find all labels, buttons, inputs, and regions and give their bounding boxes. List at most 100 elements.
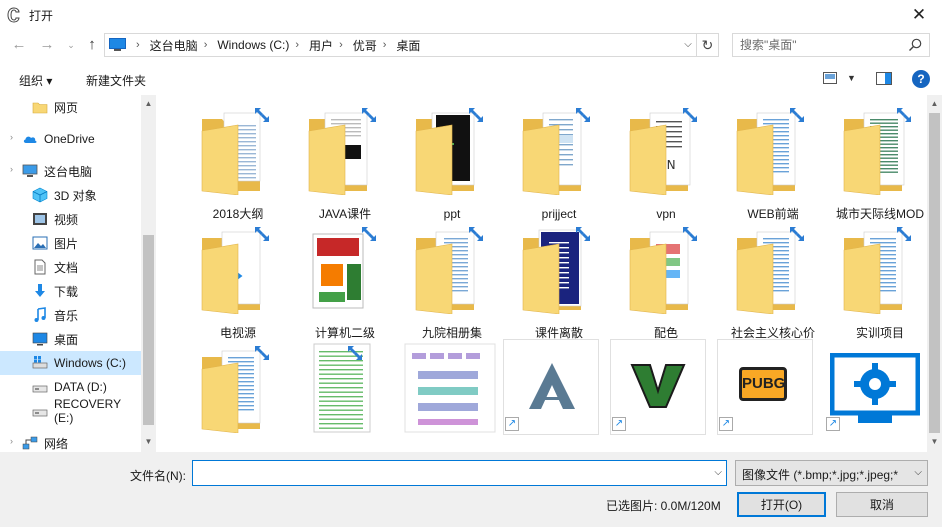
breadcrumb-desktop[interactable]: 桌面 <box>396 37 420 54</box>
breadcrumb-windows-c[interactable]: Windows (C:) <box>217 38 289 52</box>
search-icon[interactable] <box>908 38 922 52</box>
address-history-dropdown[interactable]: ⌵ <box>679 34 697 54</box>
folder-item[interactable]: 配色 <box>614 220 718 340</box>
file-item[interactable]: PUBG ↗ <box>717 339 821 452</box>
breadcrumb-this-pc[interactable]: 这台电脑 <box>150 37 198 54</box>
preview-pane-icon[interactable] <box>876 72 892 85</box>
folder-item[interactable]: e实训项目 <box>828 220 927 340</box>
filename-field[interactable]: ⌵ <box>192 460 727 486</box>
file-thumbnail <box>400 101 504 201</box>
close-button[interactable]: ✕ <box>896 0 942 30</box>
forward-button[interactable]: → <box>39 37 55 53</box>
cube-icon <box>32 187 48 203</box>
breadcrumb-user[interactable]: 优哥 <box>353 37 377 54</box>
expand-chevron-icon[interactable]: › <box>10 436 13 446</box>
file-thumbnail <box>614 220 718 320</box>
chevron-down-icon[interactable]: ⌵ <box>714 467 722 478</box>
nav-item[interactable]: Windows (C:) <box>0 351 141 375</box>
folder-item[interactable]: epdf2018大纲 <box>186 101 290 221</box>
breadcrumb-separator[interactable]: › <box>295 39 299 51</box>
file-item[interactable] <box>293 339 397 452</box>
address-bar[interactable]: › 这台电脑 › Windows (C:) › 用户 › 优哥 › 桌面 <box>104 33 697 57</box>
folder-item[interactable]: ppt <box>400 101 504 221</box>
new-folder-button[interactable]: 新建文件夹 <box>86 72 146 89</box>
file-item[interactable]: ↗ <box>824 339 927 452</box>
sync-arrows-icon <box>362 108 376 122</box>
nav-item[interactable]: 视频 <box>0 207 141 231</box>
nav-item[interactable]: 网络 <box>0 431 141 452</box>
folder-item[interactable]: 课件离散 <box>507 220 611 340</box>
nav-item[interactable]: 文档 <box>0 255 141 279</box>
network-icon <box>22 435 38 451</box>
folder-item[interactable]: 社会主义核心价 值观 <box>721 220 825 357</box>
nav-item[interactable]: 网页 <box>0 95 141 119</box>
nav-item[interactable]: DATA (D:) <box>0 375 141 399</box>
breadcrumb-separator[interactable]: › <box>339 39 343 51</box>
sync-arrows-icon <box>897 108 911 122</box>
file-list-scrollbar[interactable]: ▲ ▼ <box>927 95 942 452</box>
folder-item[interactable]: JAVA课件 <box>293 101 397 221</box>
file-thumbnail: epdf <box>186 101 290 201</box>
search-box[interactable] <box>732 33 930 57</box>
help-icon[interactable]: ? <box>912 70 930 88</box>
file-list-scrollbar-thumb[interactable] <box>929 113 940 433</box>
file-item[interactable] <box>186 339 290 452</box>
nav-item[interactable]: OneDrive <box>0 127 141 151</box>
recent-dropdown-button[interactable]: ⌄ <box>63 37 79 53</box>
breadcrumb-separator[interactable]: › <box>204 39 208 51</box>
scroll-down-arrow-icon[interactable]: ▼ <box>930 437 939 446</box>
file-thumbnail <box>400 339 504 439</box>
download-icon <box>32 283 48 299</box>
view-options-icon[interactable] <box>823 72 837 84</box>
folder-item[interactable]: JSONvpn <box>614 101 718 221</box>
nav-item[interactable]: 桌面 <box>0 327 141 351</box>
nav-item[interactable]: RECOVERY (E:) <box>0 397 141 425</box>
breadcrumb-users[interactable]: 用户 <box>309 37 333 54</box>
desktop-icon <box>32 331 48 347</box>
nav-item[interactable]: 图片 <box>0 231 141 255</box>
bottom-panel: 文件名(N): ⌵ 图像文件 (*.bmp;*.jpg;*.jpeg;* ⌵ 已… <box>0 452 942 527</box>
nav-scrollbar[interactable]: ▲ ▼ <box>141 95 156 452</box>
search-input[interactable] <box>733 34 903 56</box>
nav-item-label: 网页 <box>54 100 79 115</box>
nav-item[interactable]: 这台电脑 <box>0 159 141 183</box>
folder-item[interactable]: 计算机二级 OFFICE <box>293 220 397 357</box>
filename-input[interactable] <box>193 461 693 485</box>
scroll-down-arrow-icon[interactable]: ▼ <box>144 437 153 446</box>
file-thumbnail <box>186 220 290 320</box>
nav-item[interactable]: 音乐 <box>0 303 141 327</box>
sync-arrows-icon <box>469 227 483 241</box>
nav-item[interactable]: 下载 <box>0 279 141 303</box>
nav-item[interactable]: 3D 对象 <box>0 183 141 207</box>
up-button[interactable]: ↑ <box>84 37 100 53</box>
open-button[interactable]: 打开(O) <box>737 492 826 517</box>
expand-chevron-icon[interactable]: › <box>10 164 13 174</box>
expand-chevron-icon[interactable]: › <box>10 132 13 142</box>
file-item[interactable]: ↗ <box>503 339 607 452</box>
cancel-button[interactable]: 取消 <box>836 492 928 517</box>
drive-icon <box>32 403 48 419</box>
scroll-up-arrow-icon[interactable]: ▲ <box>144 99 153 108</box>
refresh-button[interactable]: ↻ <box>697 33 719 57</box>
back-button[interactable]: ← <box>11 37 27 53</box>
filetype-select[interactable]: 图像文件 (*.bmp;*.jpg;*.jpeg;* ⌵ <box>735 460 928 486</box>
chevron-down-icon[interactable]: ⌵ <box>912 467 922 478</box>
nav-item-label: OneDrive <box>44 132 95 146</box>
mindmap-thumbnail-icon <box>404 343 496 433</box>
file-thumbnail <box>186 339 290 439</box>
folder-item[interactable]: 九院相册集 <box>400 220 504 340</box>
folder-item[interactable]: WEB前端 <box>721 101 825 221</box>
sync-arrows-icon <box>790 108 804 122</box>
breadcrumb-separator[interactable]: › <box>383 39 387 51</box>
folder-item[interactable]: prijject <box>507 101 611 221</box>
folder-item[interactable]: 电视源 <box>186 220 290 340</box>
organize-button[interactable]: 组织 ▾ <box>19 72 52 89</box>
computer-icon <box>22 163 38 179</box>
file-item[interactable] <box>400 339 504 452</box>
sync-arrows-icon <box>683 108 697 122</box>
scroll-up-arrow-icon[interactable]: ▲ <box>930 99 939 108</box>
folder-item[interactable]: 城市天际线MOD <box>828 101 927 221</box>
view-dropdown-icon[interactable]: ▼ <box>847 73 856 83</box>
nav-scrollbar-thumb[interactable] <box>143 235 154 425</box>
file-item[interactable]: ↗ <box>610 339 714 452</box>
